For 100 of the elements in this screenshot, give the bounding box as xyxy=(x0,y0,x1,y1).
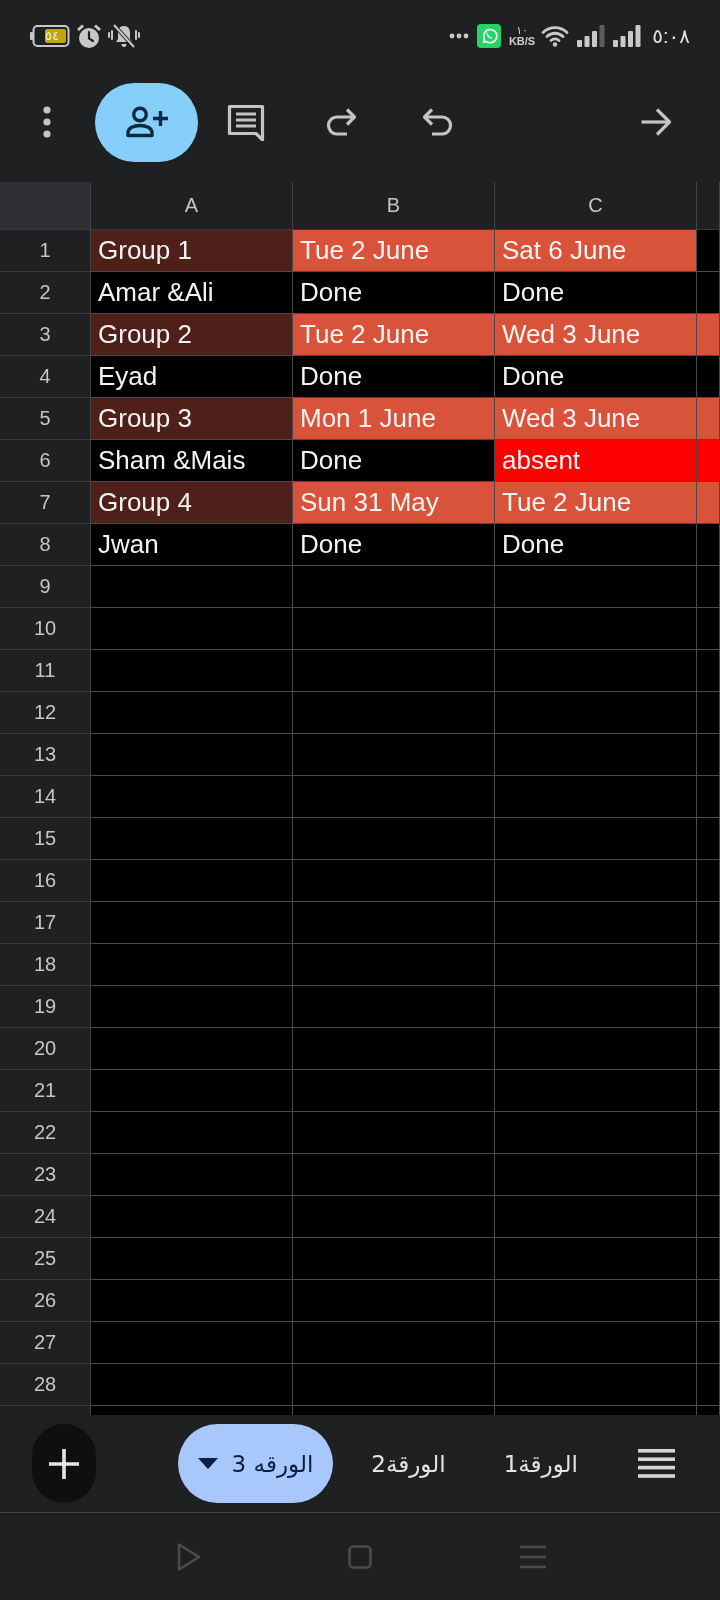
row-number[interactable]: 24 xyxy=(0,1196,91,1238)
table-cell: Done xyxy=(495,524,697,566)
add-person-icon xyxy=(124,106,169,138)
table-cell: Eyad xyxy=(91,356,293,398)
chat-bubble-icon xyxy=(476,24,501,48)
row-number[interactable]: 16 xyxy=(0,860,91,902)
menu-icon[interactable] xyxy=(638,1449,675,1478)
table-cell: Done xyxy=(495,272,697,314)
table-cell: Done xyxy=(293,272,495,314)
table-cell xyxy=(697,356,720,398)
row-number[interactable]: 23 xyxy=(0,1154,91,1196)
table-cell: Done xyxy=(293,440,495,482)
row-number[interactable]: 20 xyxy=(0,1028,91,1070)
row-number[interactable]: 26 xyxy=(0,1280,91,1322)
row-number[interactable]: 27 xyxy=(0,1322,91,1364)
muted-bell-icon xyxy=(108,23,140,49)
table-cell: Group 4 xyxy=(91,482,293,524)
more-dots-icon xyxy=(448,33,469,39)
table-cell xyxy=(697,1364,720,1406)
row-number[interactable]: 12 xyxy=(0,692,91,734)
table-cell: Sun 31 May xyxy=(293,482,495,524)
table-cell: Tue 2 June xyxy=(495,482,697,524)
table-cell: Done xyxy=(293,356,495,398)
table-cell: Done xyxy=(495,356,697,398)
table-cell xyxy=(697,1070,720,1112)
network-speed: ١٠ xyxy=(516,25,528,36)
undo-icon[interactable] xyxy=(421,107,453,137)
table-cell xyxy=(697,986,720,1028)
table-cell: Done xyxy=(293,524,495,566)
row-number[interactable]: 3 xyxy=(0,314,91,356)
row-number[interactable]: 5 xyxy=(0,398,91,440)
table-cell: Tue 2 June xyxy=(293,230,495,272)
row-number[interactable]: 14 xyxy=(0,776,91,818)
table-cell xyxy=(697,692,720,734)
column-header[interactable]: C xyxy=(495,182,697,230)
sheet-tab[interactable]: الورقه 3 xyxy=(177,1424,334,1503)
row-number[interactable]: 15 xyxy=(0,818,91,860)
table-cell xyxy=(697,1112,720,1154)
table-cell: absent xyxy=(495,440,697,482)
alarm-clock-icon xyxy=(76,23,102,49)
signal-icon xyxy=(577,25,606,47)
table-cell xyxy=(697,1280,720,1322)
row-number[interactable]: 11 xyxy=(0,650,91,692)
row-number[interactable]: 6 xyxy=(0,440,91,482)
row-number[interactable]: 10 xyxy=(0,608,91,650)
plus-icon xyxy=(49,1448,79,1479)
table-cell: Mon 1 June xyxy=(293,398,495,440)
table-cell xyxy=(697,734,720,776)
wifi-icon xyxy=(541,25,570,47)
row-number[interactable]: 8 xyxy=(0,524,91,566)
table-cell xyxy=(697,524,720,566)
table-cell xyxy=(697,566,720,608)
row-number[interactable]: 17 xyxy=(0,902,91,944)
table-cell xyxy=(697,272,720,314)
network-speed-unit: KB/S xyxy=(508,36,536,47)
row-number[interactable]: 21 xyxy=(0,1070,91,1112)
signal-icon xyxy=(613,25,642,47)
battery-percentage: ٥٤ xyxy=(45,28,59,44)
table-cell xyxy=(697,230,720,272)
column-header[interactable]: B xyxy=(293,182,495,230)
table-cell xyxy=(697,1154,720,1196)
row-number[interactable]: 2 xyxy=(0,272,91,314)
table-cell xyxy=(697,608,720,650)
row-number[interactable]: 7 xyxy=(0,482,91,524)
table-cell xyxy=(697,776,720,818)
row-number[interactable]: 22 xyxy=(0,1112,91,1154)
table-cell xyxy=(697,1238,720,1280)
table-cell: Jwan xyxy=(91,524,293,566)
table-cell xyxy=(697,650,720,692)
sheet-tab[interactable]: الورقة2 xyxy=(351,1424,466,1503)
caret-icon xyxy=(197,1458,218,1469)
table-cell: Tue 2 June xyxy=(293,314,495,356)
comment-icon[interactable] xyxy=(226,103,266,141)
table-cell xyxy=(697,902,720,944)
table-cell: Sham &Mais xyxy=(91,440,293,482)
battery-icon xyxy=(30,25,70,47)
table-cell xyxy=(697,860,720,902)
table-cell xyxy=(697,944,720,986)
row-number[interactable]: 25 xyxy=(0,1238,91,1280)
table-cell: Group 3 xyxy=(91,398,293,440)
table-cell: Group 2 xyxy=(91,314,293,356)
row-number[interactable]: 4 xyxy=(0,356,91,398)
redo-icon[interactable] xyxy=(326,107,358,137)
table-cell xyxy=(697,1322,720,1364)
table-cell xyxy=(697,818,720,860)
row-number[interactable]: 28 xyxy=(0,1364,91,1406)
sheet-tab[interactable]: الورقة1 xyxy=(483,1424,598,1503)
table-cell xyxy=(697,1028,720,1070)
table-cell: Group 1 xyxy=(91,230,293,272)
row-number[interactable]: 13 xyxy=(0,734,91,776)
row-number[interactable]: 1 xyxy=(0,230,91,272)
table-cell: Wed 3 June xyxy=(495,398,697,440)
row-number[interactable]: 19 xyxy=(0,986,91,1028)
row-number[interactable]: 9 xyxy=(0,566,91,608)
row-number[interactable]: 18 xyxy=(0,944,91,986)
column-header[interactable]: A xyxy=(91,182,293,230)
table-cell: Amar &Ali xyxy=(91,272,293,314)
table-cell: Sat 6 June xyxy=(495,230,697,272)
table-cell: Wed 3 June xyxy=(495,314,697,356)
more-options-icon[interactable] xyxy=(43,106,51,138)
